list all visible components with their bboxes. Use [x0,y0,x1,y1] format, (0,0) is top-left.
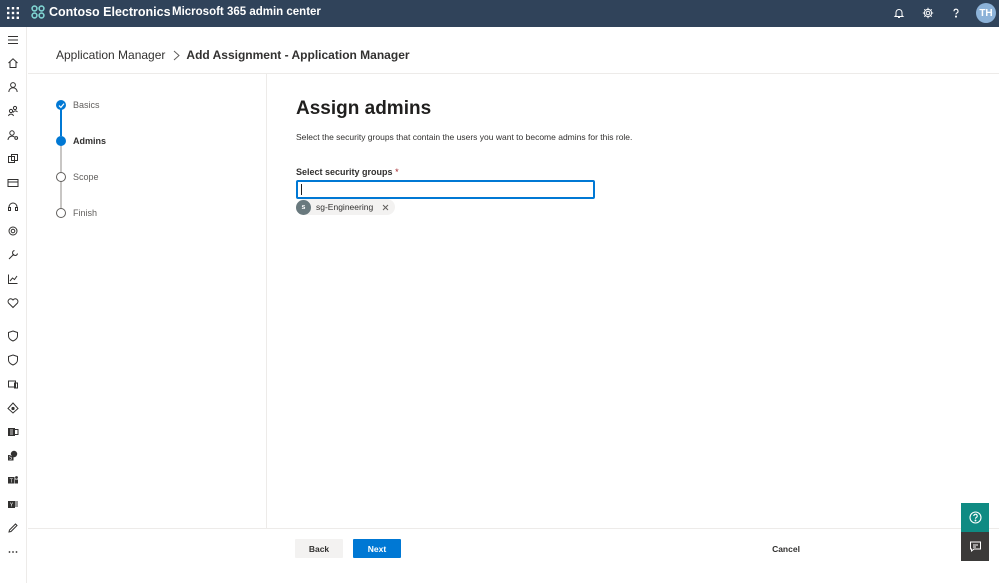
compliance-icon[interactable] [6,353,20,367]
reports-icon[interactable] [6,272,20,286]
back-button[interactable]: Back [295,539,343,558]
help-circle-icon[interactable] [961,503,989,532]
groups-icon[interactable] [6,104,20,118]
brand-name[interactable]: Contoso Electronics [49,5,171,19]
step-complete-check-icon [56,100,66,110]
bell-icon[interactable] [892,6,906,20]
sharepoint-icon[interactable]: S [6,449,20,463]
support-icon[interactable] [6,200,20,214]
step-pending-indicator [56,208,66,218]
chevron-right-icon [173,50,181,61]
step-pending-indicator [56,172,66,182]
home-icon[interactable] [6,56,20,70]
next-button[interactable]: Next [353,539,401,558]
azure-ad-icon[interactable] [6,401,20,415]
contoso-logo-icon [31,5,45,19]
step-current-indicator [56,136,66,146]
settings-icon[interactable] [6,224,20,238]
cancel-button[interactable]: Cancel [765,539,807,558]
roles-icon[interactable] [6,128,20,142]
security-icon[interactable] [6,329,20,343]
page-description: Select the security groups that contain … [296,132,633,142]
help-icon[interactable] [949,6,963,20]
step-scope: Scope [73,172,99,182]
security-groups-input[interactable] [296,180,595,199]
svg-text:S: S [9,455,12,461]
group-avatar: s [296,199,311,215]
collapse-menu-icon[interactable] [6,33,20,47]
text-caret [301,184,302,195]
waffle-icon[interactable] [4,3,22,23]
customize-icon[interactable] [6,521,20,535]
step-connector [60,181,62,208]
teams-icon[interactable]: T [6,473,20,487]
page-title: Assign admins [296,98,432,119]
required-marker: * [395,167,399,177]
top-bar: Contoso Electronics Microsoft 365 admin … [0,0,999,27]
remove-chip-icon[interactable] [379,201,391,213]
selected-group-name: sg-Engineering [316,202,374,212]
step-finish: Finish [73,208,98,218]
security-groups-label: Select security groups * [296,167,399,177]
avatar[interactable]: TH [976,3,996,23]
breadcrumb: Application Manager Add Assignment - App… [56,47,410,63]
nav-rail: S T Y [0,27,27,583]
step-admins[interactable]: Admins [73,136,106,146]
users-icon[interactable] [6,80,20,94]
health-icon[interactable] [6,296,20,310]
breadcrumb-current: Add Assignment - Application Manager [186,48,410,62]
security-groups-label-text: Select security groups [296,167,393,177]
app-name[interactable]: Microsoft 365 admin center [172,6,321,18]
exchange-icon[interactable] [6,425,20,439]
more-icon[interactable] [6,545,20,559]
yammer-icon[interactable]: Y [6,497,20,511]
gear-icon[interactable] [921,6,935,20]
step-connector [60,145,62,172]
step-basics[interactable]: Basics [73,100,100,110]
resources-icon[interactable] [6,152,20,166]
breadcrumb-parent-link[interactable]: Application Manager [56,48,165,62]
footer-divider [28,528,999,529]
selected-group-chip: s sg-Engineering [296,199,396,215]
endpoint-manager-icon[interactable] [6,377,20,391]
feedback-icon[interactable] [961,532,989,561]
billing-icon[interactable] [6,176,20,190]
step-connector [60,109,62,136]
setup-icon[interactable] [6,248,20,262]
